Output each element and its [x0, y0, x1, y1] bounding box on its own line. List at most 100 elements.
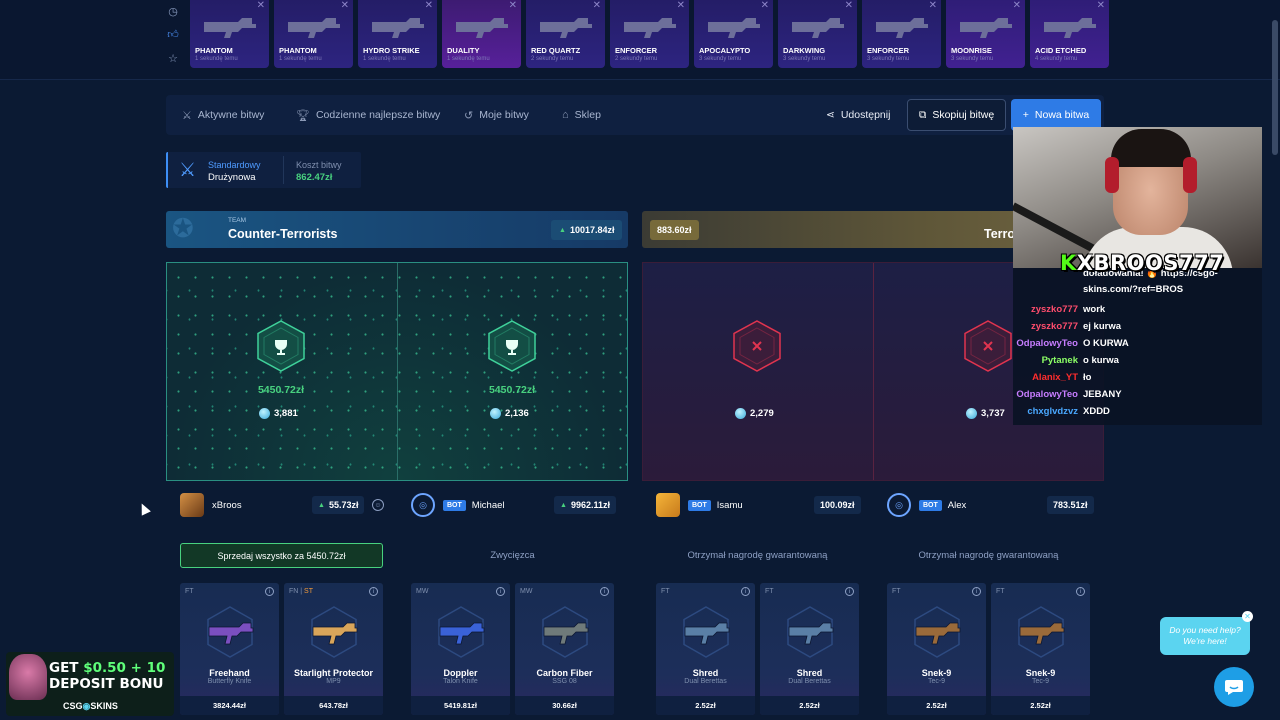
- ct-emblem-icon: ✪: [172, 213, 194, 243]
- item-card[interactable]: FT i Freehand Butterfly Knife 3824.44zł: [180, 583, 279, 715]
- item-price: 3824.44zł: [180, 696, 279, 715]
- coin-value: 3,881: [274, 408, 298, 419]
- info-icon[interactable]: i: [369, 587, 378, 596]
- page-scrollbar[interactable]: [1272, 20, 1278, 155]
- emoji-icon[interactable]: ☺: [372, 499, 384, 511]
- share-icon: ⋖: [826, 109, 835, 121]
- live-drop-item[interactable]: ✕ HYDRO STRIKE 1 sekundę temu: [358, 0, 437, 68]
- mode-team: Drużynowa: [208, 172, 256, 183]
- nav-active-battles[interactable]: ⚔ Aktywne bitwy: [182, 95, 264, 135]
- chat-text: XDDD: [1083, 406, 1110, 417]
- item-condition: MW: [416, 588, 428, 595]
- copy-icon: ⧉: [918, 108, 927, 121]
- drop-time: 1 sekundę temu: [447, 56, 490, 62]
- item-name: Snek-9: [921, 668, 952, 678]
- item-name: Freehand: [209, 668, 250, 678]
- winner-status: Zwycięzca: [490, 550, 535, 561]
- streamer-hair: [1111, 129, 1191, 167]
- drop-name: PHANTOM: [279, 46, 317, 55]
- item-card[interactable]: MW i Carbon Fiber SSG 08 30.66zł: [515, 583, 614, 715]
- share-button[interactable]: ⋖ Udostępnij: [826, 95, 890, 135]
- item-image: [1018, 606, 1065, 658]
- condition-text: FT: [765, 588, 774, 595]
- chat-user: OdpalowyTeo: [1016, 389, 1078, 400]
- live-drop-item[interactable]: ✕ DARKWING 3 sekundy temu: [778, 0, 857, 68]
- info-icon[interactable]: i: [1076, 587, 1085, 596]
- guaranteed-status: Otrzymał nagrodę gwarantowaną: [918, 550, 1059, 561]
- live-drop-item[interactable]: ✕ RED QUARTZ 2 sekundy temu: [526, 0, 605, 68]
- nav-shop[interactable]: ⌂ Sklep: [562, 95, 601, 135]
- copy-battle-button[interactable]: ⧉ Skopiuj bitwę: [907, 99, 1006, 131]
- condition-text: FT: [185, 588, 194, 595]
- live-drop-item[interactable]: ✕ ENFORCER 3 sekundy temu: [862, 0, 941, 68]
- live-drops-list: ✕ PHANTOM 1 sekundę temu ✕ PHANTOM 1 seku…: [190, 0, 1109, 68]
- item-weapon: MP9: [326, 678, 341, 685]
- brand-b: SKINS: [90, 701, 118, 711]
- item-condition: FT: [661, 588, 670, 595]
- info-icon[interactable]: i: [741, 587, 750, 596]
- player-isamu[interactable]: BOT Isamu: [656, 490, 743, 520]
- close-icon[interactable]: ✕: [1242, 611, 1253, 622]
- live-drop-item[interactable]: ✕ APOCALYPTO 3 sekundy temu: [694, 0, 773, 68]
- support-chat-button[interactable]: [1214, 667, 1254, 707]
- condition-text: MW: [520, 588, 533, 595]
- drop-name: APOCALYPTO: [699, 46, 751, 55]
- deposit-bonus-banner[interactable]: GET $0.50 + 10 DEPOSIT BONU CSG◉SKINS: [6, 652, 174, 716]
- item-card[interactable]: FT i Snek-9 Tec-9 2.52zł: [887, 583, 986, 715]
- condition-text: FT: [996, 588, 1005, 595]
- item-card[interactable]: FN | ST i Starlight Protector MP9 643.78…: [284, 583, 383, 715]
- info-icon[interactable]: i: [265, 587, 274, 596]
- battle-nav: ⚔ Aktywne bitwy 🏆︎ Codzienne najlepsze b…: [166, 95, 1104, 135]
- arrow-up-icon: ▲: [318, 501, 325, 509]
- drop-name: PHANTOM: [195, 46, 233, 55]
- arrow-up-icon: ▲: [559, 226, 566, 234]
- stream-chat: doładowania! 🔥 https://csgo-skins.com/?r…: [1013, 268, 1262, 425]
- plus-icon: +: [1022, 109, 1029, 121]
- live-drop-item[interactable]: ✕ MOONRISE 3 sekundy temu: [946, 0, 1025, 68]
- item-card[interactable]: FT i Shred Dual Berettas 2.52zł: [656, 583, 755, 715]
- player-value-text: 783.51zł: [1053, 500, 1088, 510]
- headphones-left: [1105, 157, 1119, 193]
- chat-text: ej kurwa: [1083, 321, 1122, 332]
- item-card[interactable]: FT i Snek-9 Tec-9 2.52zł: [991, 583, 1090, 715]
- live-drop-item[interactable]: ✕ ENFORCER 2 sekundy temu: [610, 0, 689, 68]
- drop-name: DUALITY: [447, 46, 480, 55]
- player-value-text: 55.73zł: [328, 500, 359, 510]
- kick-logo: K: [1060, 251, 1077, 275]
- slot-coins: 3,881: [259, 408, 298, 419]
- help-bubble[interactable]: ✕ Do you need help? We're here!: [1160, 611, 1253, 655]
- nav-my-battles[interactable]: ↺ Moje bitwy: [464, 95, 529, 135]
- live-drop-item[interactable]: ✕ ACID ETCHED 4 sekundy temu: [1030, 0, 1109, 68]
- chat-message: OdpalowyTeo O KURWA: [1013, 338, 1128, 349]
- player-name: Michael: [471, 499, 505, 511]
- drop-time: 3 sekundy temu: [783, 56, 826, 62]
- item-price: 643.78zł: [284, 696, 383, 715]
- chat-text: o kurwa: [1083, 355, 1119, 366]
- item-weapon: SSG 08: [552, 678, 577, 685]
- nav-label: Aktywne bitwy: [197, 109, 265, 121]
- nav-daily-best[interactable]: 🏆︎ Codzienne najlepsze bitwy: [296, 95, 440, 135]
- item-image: [311, 606, 358, 658]
- item-card[interactable]: MW i Doppler Talon Knife 5419.81zł: [411, 583, 510, 715]
- clock-icon[interactable]: ◷: [168, 5, 178, 18]
- info-icon[interactable]: i: [496, 587, 505, 596]
- star-icon[interactable]: ☆: [168, 52, 178, 65]
- thumbs-up-icon[interactable]: 👍︎: [167, 28, 179, 41]
- live-drop-item[interactable]: ✕ PHANTOM 1 sekundę temu: [190, 0, 269, 68]
- player-michael[interactable]: ◎ BOT Michael: [411, 490, 505, 520]
- item-name: Shred: [796, 668, 823, 678]
- player-xbroos[interactable]: xBroos: [180, 490, 242, 520]
- chat-message: Pytanek o kurwa: [1013, 355, 1119, 366]
- sell-all-button[interactable]: Sprzedaj wszystko za 5450.72zł: [180, 543, 383, 568]
- weapon-icon: [960, 18, 1012, 38]
- info-icon[interactable]: i: [845, 587, 854, 596]
- live-drop-item[interactable]: ✕ DUALITY 1 sekundę temu: [442, 0, 521, 68]
- item-image: [207, 606, 254, 658]
- item-image: [438, 606, 485, 658]
- player-value: 100.09zł: [814, 496, 861, 514]
- info-icon[interactable]: i: [972, 587, 981, 596]
- item-card[interactable]: FT i Shred Dual Berettas 2.52zł: [760, 583, 859, 715]
- player-alex[interactable]: ◎ BOT Alex: [887, 490, 966, 520]
- info-icon[interactable]: i: [600, 587, 609, 596]
- live-drop-item[interactable]: ✕ PHANTOM 1 sekundę temu: [274, 0, 353, 68]
